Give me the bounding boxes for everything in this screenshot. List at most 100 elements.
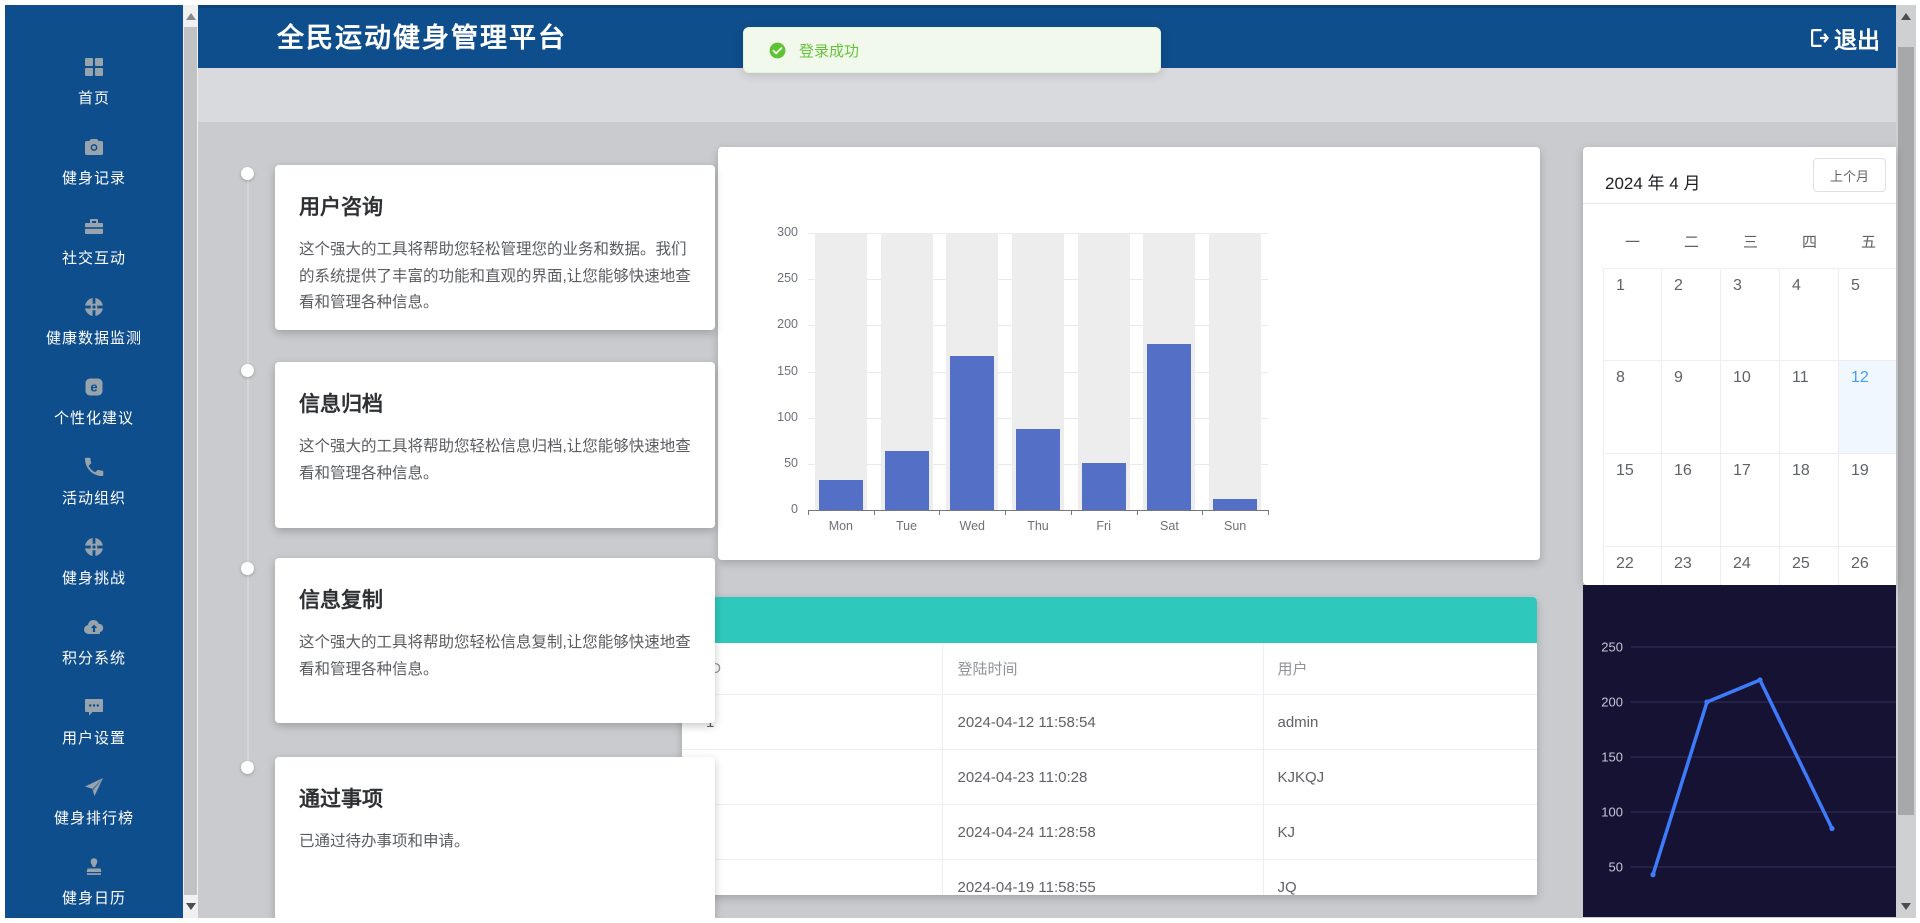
day-number: 16 xyxy=(1674,462,1720,480)
day-number: 25 xyxy=(1792,555,1838,573)
data-point xyxy=(1650,872,1655,877)
card-title: 信息复制 xyxy=(299,584,691,614)
timeline-dot xyxy=(241,167,254,180)
sidebar-item-label: 首页 xyxy=(78,87,110,108)
table-cell: 3 xyxy=(682,805,942,860)
day-cell[interactable]: 22 xyxy=(1603,547,1662,585)
y-axis-label: 50 xyxy=(718,456,798,470)
day-cell[interactable]: 25 xyxy=(1780,547,1839,585)
page-scrollbar[interactable] xyxy=(1896,5,1916,918)
y-axis-label: 100 xyxy=(1601,805,1623,820)
cloud-upload-icon xyxy=(82,615,106,639)
day-number: 4 xyxy=(1792,277,1838,295)
toast-message: 登录成功 xyxy=(799,40,859,61)
svg-text:e: e xyxy=(90,380,97,395)
sidebar-item-label: 健身排行榜 xyxy=(54,807,134,828)
sidebar-item-健身挑战[interactable]: 健身挑战 xyxy=(5,535,183,615)
table-cell: JQ xyxy=(1263,860,1537,896)
axis-tick xyxy=(1268,510,1269,515)
axis-tick xyxy=(1071,510,1072,515)
y-axis-label: 100 xyxy=(718,410,798,424)
timeline-card: 信息归档这个强大的工具将帮助您轻松信息归档,让您能够快速地查看和管理各种信息。 xyxy=(275,362,715,528)
day-number: 24 xyxy=(1733,555,1779,573)
timeline-card: 通过事项已通过待办事项和申请。 xyxy=(275,757,715,923)
scroll-down-arrow-icon[interactable] xyxy=(186,903,196,910)
day-cell[interactable]: 24 xyxy=(1721,547,1780,585)
data-point xyxy=(1704,699,1709,704)
day-cell[interactable]: 5 xyxy=(1839,268,1896,361)
prev-month-button[interactable]: 上个月 xyxy=(1813,158,1886,192)
day-cell[interactable]: 18 xyxy=(1780,454,1839,547)
x-axis-label: Sat xyxy=(1137,519,1203,533)
sidebar-item-健身日历[interactable]: 健身日历 xyxy=(5,855,183,918)
calendar-week-row: 15 161718 19 xyxy=(1603,454,1896,547)
briefcase-icon xyxy=(82,215,106,239)
scroll-down-arrow-icon[interactable] xyxy=(1901,903,1911,910)
day-cell[interactable]: 17 xyxy=(1721,454,1780,547)
day-number: 12 xyxy=(1851,369,1896,387)
day-cell[interactable]: 23 xyxy=(1662,547,1721,585)
sidebar-item-个性化建议[interactable]: e 个性化建议 xyxy=(5,375,183,455)
sidebar-scroll-thumb[interactable] xyxy=(184,27,197,895)
calendar-week-row: 2223 24 2526 xyxy=(1603,547,1896,585)
card-title: 通过事项 xyxy=(299,783,691,813)
bar xyxy=(950,356,994,510)
day-cell[interactable]: 12 xyxy=(1839,361,1896,454)
stamp-icon xyxy=(82,855,106,879)
day-cell[interactable]: 16 xyxy=(1662,454,1721,547)
page-title: 全民运动健身管理平台 xyxy=(277,8,567,68)
sidebar-item-健身排行榜[interactable]: 健身排行榜 xyxy=(5,775,183,855)
sticker-icon: e xyxy=(82,375,106,399)
sidebar-scrollbar[interactable] xyxy=(183,5,198,918)
sidebar-item-label: 个性化建议 xyxy=(54,407,134,428)
axis-tick xyxy=(1005,510,1006,515)
table-cell: 4 xyxy=(682,860,942,896)
timeline-dot xyxy=(241,761,254,774)
logout-button[interactable]: 退出 xyxy=(1807,8,1880,68)
sidebar-item-label: 用户设置 xyxy=(62,727,126,748)
sidebar-item-活动组织[interactable]: 活动组织 xyxy=(5,455,183,535)
sidebar-item-用户设置[interactable]: 用户设置 xyxy=(5,695,183,775)
table-cell: 2024-04-24 11:28:58 xyxy=(942,805,1263,860)
y-axis-label: 150 xyxy=(1601,750,1623,765)
sidebar-item-社交互动[interactable]: 社交互动 xyxy=(5,215,183,295)
day-cell[interactable]: 8 xyxy=(1603,361,1662,454)
page-scroll-thumb[interactable] xyxy=(1898,47,1914,815)
day-number: 2 xyxy=(1674,277,1720,295)
column-header: 用户 xyxy=(1263,643,1537,695)
sidebar-item-健身记录[interactable]: 健身记录 xyxy=(5,135,183,215)
bar-chart-panel: 050100150200250300MonTueWedThuFriSatSun xyxy=(718,147,1540,560)
calendar-title: 2024 年 4 月 xyxy=(1605,169,1700,194)
weekday-label: 四 xyxy=(1780,231,1839,252)
day-number: 19 xyxy=(1851,462,1896,480)
day-cell[interactable]: 3 xyxy=(1721,268,1780,361)
card-title: 用户咨询 xyxy=(299,191,691,221)
toolbar-band xyxy=(198,68,1896,122)
sidebar-item-积分系统[interactable]: 积分系统 xyxy=(5,615,183,695)
sidebar-item-健康数据监测[interactable]: 健康数据监测 xyxy=(5,295,183,375)
day-cell[interactable]: 15 xyxy=(1603,454,1662,547)
y-axis-label: 250 xyxy=(1601,640,1623,655)
bar-background xyxy=(1209,233,1261,510)
sidebar-item-label: 健康数据监测 xyxy=(46,327,142,348)
card-body: 这个强大的工具将帮助您轻松信息复制,让您能够快速地查看和管理各种信息。 xyxy=(299,630,691,683)
compass-icon xyxy=(82,535,106,559)
sidebar-item-label: 健身挑战 xyxy=(62,567,126,588)
scroll-up-arrow-icon[interactable] xyxy=(186,13,196,20)
axis-tick xyxy=(874,510,875,515)
day-cell[interactable]: 26 xyxy=(1839,547,1896,585)
y-axis-label: 50 xyxy=(1609,860,1623,875)
day-cell[interactable]: 19 xyxy=(1839,454,1896,547)
scroll-up-arrow-icon[interactable] xyxy=(1901,13,1911,20)
day-cell[interactable]: 11 xyxy=(1780,361,1839,454)
table-header-bar xyxy=(682,597,1537,643)
day-cell[interactable]: 1 xyxy=(1603,268,1662,361)
sidebar-item-首页[interactable]: 首页 xyxy=(5,55,183,135)
day-cell[interactable]: 9 xyxy=(1662,361,1721,454)
day-cell[interactable]: 4 xyxy=(1780,268,1839,361)
timeline-card: 信息复制这个强大的工具将帮助您轻松信息复制,让您能够快速地查看和管理各种信息。 xyxy=(275,558,715,723)
day-cell[interactable]: 2 xyxy=(1662,268,1721,361)
paper-plane-icon xyxy=(82,775,106,799)
weekday-label: 一 xyxy=(1603,231,1662,252)
day-cell[interactable]: 10 xyxy=(1721,361,1780,454)
